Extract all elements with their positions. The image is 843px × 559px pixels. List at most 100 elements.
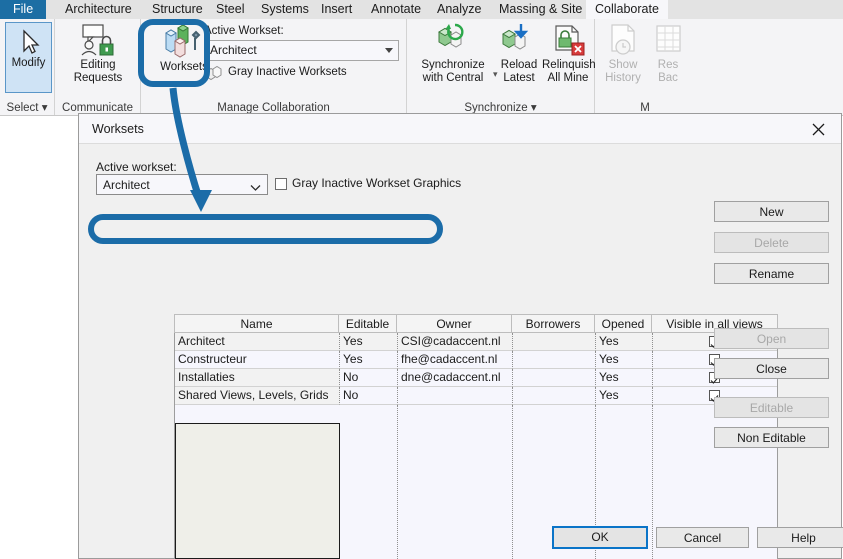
- dialog-title-bar: Worksets: [79, 114, 841, 144]
- cell-owner: dne@cadaccent.nl: [398, 369, 513, 387]
- table-row[interactable]: Shared Views, Levels, Grids No Yes: [175, 387, 777, 405]
- modify-button-label: Modify: [11, 57, 46, 69]
- help-button[interactable]: Help: [757, 527, 843, 548]
- column-header-opened[interactable]: Opened: [595, 314, 652, 333]
- chevron-down-icon: [250, 181, 261, 195]
- open-button: Open: [714, 328, 829, 349]
- ribbon-tab-collaborate[interactable]: Collaborate: [586, 0, 668, 19]
- ribbon-tab-analyze[interactable]: Analyze: [428, 0, 490, 19]
- ribbon-tab-architecture[interactable]: Architecture: [56, 0, 141, 19]
- gray-cubes-icon: [205, 65, 223, 85]
- cell-opened: Yes: [596, 333, 653, 351]
- column-header-editable[interactable]: Editable: [339, 314, 397, 333]
- restore-backup-icon: [648, 23, 688, 59]
- ribbon-tab-systems[interactable]: Systems: [252, 0, 318, 19]
- ribbon-panel-select-title[interactable]: Select ▾: [0, 100, 54, 114]
- close-button[interactable]: Close: [714, 358, 829, 379]
- show-history-icon: [603, 23, 643, 59]
- active-workset-ribbon-label: Active Workset:: [204, 25, 284, 37]
- worksets-icon: [160, 23, 208, 61]
- table-row[interactable]: Architect Yes CSI@cadaccent.nl Yes: [175, 333, 777, 351]
- table-header-row: Name Editable Owner Borrowers Opened Vis…: [174, 314, 778, 333]
- cursor-arrow-icon: [16, 27, 42, 57]
- cell-borrowers: [513, 387, 596, 405]
- worksets-dialog: Worksets Active workset: Architect Gray …: [78, 113, 843, 559]
- restore-backup-label-2: Bac: [658, 72, 678, 84]
- column-header-owner[interactable]: Owner: [397, 314, 512, 333]
- cell-name: Constructeur: [175, 351, 340, 369]
- show-history-label-1: Show: [608, 59, 638, 71]
- active-workset-combo[interactable]: Architect: [96, 174, 268, 195]
- cell-name: Architect: [175, 333, 340, 351]
- close-icon[interactable]: [797, 114, 841, 143]
- ribbon-tab-file[interactable]: File: [0, 0, 47, 19]
- name-column-focus-frame: [175, 423, 340, 559]
- cell-owner: fhe@cadaccent.nl: [398, 351, 513, 369]
- ribbon-tab-structure[interactable]: Structure: [143, 0, 212, 19]
- ribbon-panel-manage-collaboration: Worksets Active Workset: Architect Gray …: [141, 19, 407, 115]
- non-editable-button[interactable]: Non Editable: [714, 427, 829, 448]
- gray-inactive-workset-graphics-label: Gray Inactive Workset Graphics: [292, 176, 462, 190]
- table-body: Architect Yes CSI@cadaccent.nl Yes Const…: [174, 333, 778, 559]
- cell-name: Shared Views, Levels, Grids: [175, 387, 340, 405]
- cell-owner: CSI@cadaccent.nl: [398, 333, 513, 351]
- active-workset-value: Architect: [103, 178, 150, 192]
- reload-latest-icon: [498, 23, 540, 59]
- active-workset-ribbon-combo[interactable]: Architect: [204, 40, 399, 61]
- cell-editable: No: [340, 369, 398, 387]
- cell-editable: No: [340, 387, 398, 405]
- ribbon-panel-manage-models: Show History Res Bac M: [595, 19, 843, 115]
- synchronize-with-central-button[interactable]: Synchronize with Central: [409, 23, 497, 85]
- new-button[interactable]: New: [714, 201, 829, 222]
- editing-requests-label-1: Editing: [80, 59, 116, 71]
- ribbon-tab-annotate[interactable]: Annotate: [362, 0, 430, 19]
- ribbon-panel-synchronize-title[interactable]: Synchronize ▾: [407, 100, 594, 114]
- delete-button: Delete: [714, 232, 829, 253]
- gray-inactive-worksets-ribbon-label: Gray Inactive Worksets: [228, 66, 347, 78]
- sync-label-2: with Central: [422, 72, 484, 84]
- empty-column-owner: [398, 405, 513, 559]
- active-workset-label: Active workset:: [96, 160, 177, 174]
- cell-borrowers: [513, 351, 596, 369]
- cell-opened: Yes: [596, 351, 653, 369]
- ribbon-tab-steel[interactable]: Steel: [207, 0, 254, 19]
- table-row[interactable]: Installaties No dne@cadaccent.nl Yes: [175, 369, 777, 387]
- reload-label-1: Reload: [500, 59, 538, 71]
- cancel-button[interactable]: Cancel: [656, 527, 749, 548]
- chevron-down-icon: [385, 48, 393, 53]
- column-header-name[interactable]: Name: [174, 314, 339, 333]
- cell-editable: Yes: [340, 351, 398, 369]
- synchronize-icon: [431, 23, 475, 59]
- restore-backup-label-1: Res: [657, 59, 679, 71]
- show-history-label-2: History: [605, 72, 641, 84]
- modify-button[interactable]: Modify: [5, 22, 52, 93]
- ribbon-tab-insert[interactable]: Insert: [312, 0, 361, 19]
- reload-latest-button[interactable]: Reload Latest: [495, 23, 543, 85]
- reload-label-2: Latest: [503, 72, 535, 84]
- ribbon-panel-communicate: Editing Requests Communicate: [55, 19, 141, 115]
- relinquish-icon: [548, 23, 588, 59]
- relinquish-all-mine-button[interactable]: Relinquish All Mine: [542, 23, 596, 85]
- cell-borrowers: [513, 369, 596, 387]
- cell-borrowers: [513, 333, 596, 351]
- editing-requests-icon: [78, 23, 118, 59]
- column-header-borrowers[interactable]: Borrowers: [512, 314, 595, 333]
- sync-label-1: Synchronize: [421, 59, 485, 71]
- empty-column-editable: [340, 405, 398, 559]
- ribbon: File Architecture Structure Steel System…: [0, 0, 843, 116]
- editing-requests-label-2: Requests: [73, 72, 123, 84]
- editing-requests-button[interactable]: Editing Requests: [59, 23, 137, 85]
- rename-button[interactable]: Rename: [714, 263, 829, 284]
- cell-opened: Yes: [596, 387, 653, 405]
- active-workset-ribbon-value: Architect: [210, 43, 257, 57]
- cell-name: Installaties: [175, 369, 340, 387]
- ribbon-tab-bar: File Architecture Structure Steel System…: [0, 0, 843, 19]
- editable-button: Editable: [714, 397, 829, 418]
- ribbon-tab-massing-site[interactable]: Massing & Site: [490, 0, 591, 19]
- ribbon-panel-synchronize: Synchronize with Central ▾ Reload Latest: [407, 19, 596, 115]
- ok-button[interactable]: OK: [552, 526, 648, 549]
- table-row[interactable]: Constructeur Yes fhe@cadaccent.nl Yes: [175, 351, 777, 369]
- ribbon-panel-select: Modify Select ▾: [0, 19, 55, 115]
- checkbox-box: [275, 178, 287, 190]
- cell-editable: Yes: [340, 333, 398, 351]
